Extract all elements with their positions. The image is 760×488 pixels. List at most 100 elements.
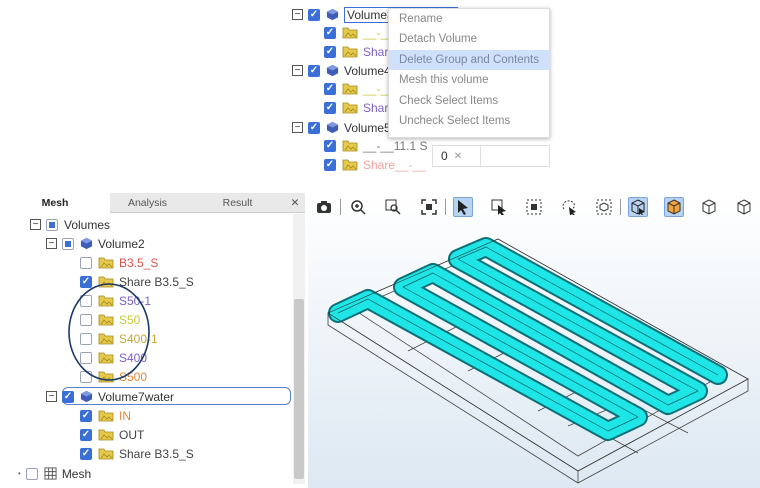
tab-mesh[interactable]: Mesh: [0, 193, 110, 213]
tree-row[interactable]: ✓ Share: [324, 98, 395, 117]
checkbox[interactable]: ✓: [324, 158, 336, 171]
zoom-box-icon[interactable]: [383, 197, 403, 217]
toolbar-divider: [340, 199, 341, 215]
folder-icon: [342, 46, 358, 58]
checkbox[interactable]: ✓: [324, 26, 336, 39]
tree-row[interactable]: ✓ Share B3.5_S: [80, 444, 194, 463]
toolbar-divider: [620, 199, 621, 215]
view-solid-cube-icon[interactable]: [664, 197, 684, 217]
volume-label[interactable]: Volume2: [98, 237, 145, 251]
panel-tabs: Mesh Analysis Result ✕: [0, 193, 305, 213]
tree-row-volume2[interactable]: − Volume2: [46, 234, 145, 253]
tree-row-volume7[interactable]: − ✓ Volume7water: [46, 387, 174, 406]
menu-item-check-select[interactable]: Check Select Items: [389, 91, 549, 111]
item-label: Share B3.5_S: [119, 446, 194, 461]
collapse-icon[interactable]: −: [292, 65, 303, 76]
clear-icon[interactable]: ✕: [454, 151, 462, 162]
scrollbar-thumb[interactable]: [294, 299, 304, 479]
tree-row[interactable]: ✓ IN: [80, 406, 131, 425]
tree-row[interactable]: ✓ Share: [324, 42, 395, 61]
tab-analysis[interactable]: Analysis: [110, 193, 185, 213]
item-label: Share__-__: [363, 157, 426, 172]
item-label: IN: [119, 408, 131, 423]
menu-item-detach-volume[interactable]: Detach Volume: [389, 29, 549, 49]
checkbox[interactable]: [25, 467, 38, 480]
fit-icon[interactable]: [419, 197, 439, 217]
checkbox[interactable]: ✓: [62, 390, 74, 403]
collapse-icon[interactable]: −: [30, 219, 41, 230]
toolbar-divider: [445, 199, 446, 215]
collapse-icon[interactable]: −: [292, 9, 303, 20]
folder-icon: [342, 27, 358, 39]
tree-row[interactable]: ✓ __-__11.1 S: [324, 136, 428, 155]
checkbox[interactable]: ✓: [324, 82, 336, 95]
collapse-icon[interactable]: −: [46, 238, 57, 249]
folder-icon: [98, 448, 114, 460]
menu-item-rename[interactable]: Rename: [389, 9, 549, 29]
divider: [480, 145, 482, 167]
collapse-icon[interactable]: −: [292, 122, 303, 133]
folder-icon: [342, 102, 358, 114]
mesh-label[interactable]: Mesh: [62, 467, 91, 481]
view-wire-cube-icon[interactable]: [628, 197, 648, 217]
volume-label[interactable]: Volume7water: [98, 390, 174, 404]
tree-row-volume5[interactable]: − ✓ Volume5: [292, 118, 391, 137]
tree-scrollbar[interactable]: [293, 214, 305, 484]
view-iso-cube-icon[interactable]: [734, 197, 754, 217]
tree-row-mesh[interactable]: • Mesh: [18, 464, 91, 483]
expand-icon[interactable]: •: [18, 469, 21, 478]
select-arrow-icon[interactable]: [453, 197, 473, 217]
item-label: B3.5_S: [119, 255, 159, 270]
checkbox[interactable]: [80, 256, 92, 269]
checkbox[interactable]: ✓: [324, 45, 336, 58]
tree-row[interactable]: ✓ OUT: [80, 425, 144, 444]
tab-result[interactable]: Result: [185, 193, 290, 213]
volume-cube-icon: [326, 8, 339, 21]
checkbox[interactable]: ✓: [80, 447, 92, 460]
checkbox[interactable]: ✓: [80, 428, 92, 441]
camera-icon[interactable]: [314, 197, 334, 217]
collapse-icon[interactable]: −: [46, 391, 57, 402]
menu-item-mesh-volume[interactable]: Mesh this volume: [389, 70, 549, 90]
folder-icon: [342, 159, 358, 171]
volume-cube-icon: [326, 121, 339, 134]
context-menu: Rename Detach Volume Delete Group and Co…: [388, 8, 550, 138]
tree-row[interactable]: ✓ Share__-__: [324, 155, 426, 174]
mesh-grid-icon: [44, 467, 57, 480]
checkbox[interactable]: ✓: [308, 121, 320, 134]
volume-cube-icon: [80, 390, 93, 403]
checkbox[interactable]: ✓: [80, 409, 92, 422]
annotation-ellipse: [68, 283, 150, 381]
checkbox[interactable]: ✓: [324, 101, 336, 114]
volume-cube-icon: [80, 237, 93, 250]
lasso-icon[interactable]: [559, 197, 579, 217]
zoom-icon[interactable]: [348, 197, 368, 217]
viewport-toolbar: [308, 193, 760, 221]
model-view[interactable]: [308, 221, 760, 488]
view-front-cube-icon[interactable]: [699, 197, 719, 217]
selection-count-badge[interactable]: 0 ✕: [432, 145, 550, 167]
select-face-icon[interactable]: [524, 197, 544, 217]
select-box-icon[interactable]: [489, 197, 509, 217]
checkbox[interactable]: ✓: [308, 64, 320, 77]
folder-icon: [98, 429, 114, 441]
tree-row-volumes[interactable]: − Volumes: [30, 215, 110, 234]
checkbox[interactable]: ✓: [324, 139, 336, 152]
checkbox[interactable]: [62, 237, 74, 250]
folder-icon: [98, 257, 114, 269]
folder-icon: [342, 140, 358, 152]
checkbox[interactable]: [46, 218, 58, 231]
menu-item-uncheck-select[interactable]: Uncheck Select Items: [389, 111, 549, 131]
tree-row-volume4[interactable]: − ✓ Volume4: [292, 61, 391, 80]
close-icon[interactable]: ✕: [288, 193, 302, 213]
volumes-label[interactable]: Volumes: [64, 218, 110, 232]
count-value: 0: [441, 149, 448, 163]
item-label: OUT: [119, 427, 145, 442]
volume-label[interactable]: Volume5: [344, 121, 391, 135]
tree-row[interactable]: B3.5_S: [80, 253, 158, 272]
select-volume-icon[interactable]: [594, 197, 614, 217]
volume-label[interactable]: Volume4: [344, 64, 391, 78]
item-label: __-__11.1 S: [363, 138, 428, 153]
checkbox[interactable]: ✓: [308, 8, 320, 21]
menu-item-delete-group[interactable]: Delete Group and Contents: [389, 49, 549, 71]
